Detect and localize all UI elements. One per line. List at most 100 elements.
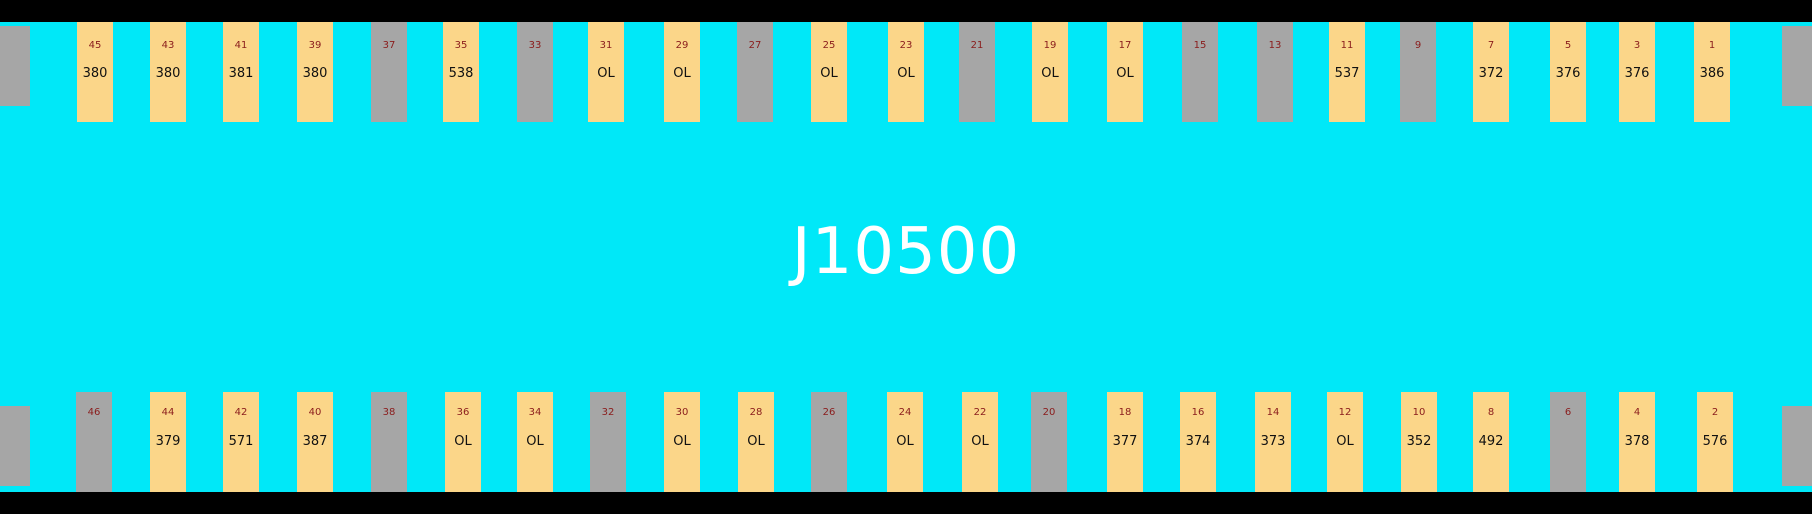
pin-pad-28: 28 OL bbox=[738, 392, 774, 492]
pin-pad-20: 20 bbox=[1031, 392, 1067, 492]
pin-value: 380 bbox=[82, 66, 108, 81]
pin-number: 34 bbox=[528, 407, 542, 418]
pin-number: 37 bbox=[382, 40, 396, 51]
pin-pad-45: 45 380 bbox=[77, 22, 113, 122]
pin-number: 45 bbox=[88, 40, 102, 51]
pin-pad-36: 36 OL bbox=[445, 392, 481, 492]
pin-number: 36 bbox=[456, 407, 470, 418]
pin-pad-22: 22 OL bbox=[962, 392, 998, 492]
pin-value: OL bbox=[971, 434, 989, 449]
pin-number: 43 bbox=[161, 40, 175, 51]
pin-pad-25: 25 OL bbox=[811, 22, 847, 122]
pin-number: 15 bbox=[1193, 40, 1207, 51]
pin-number: 28 bbox=[749, 407, 763, 418]
pin-pad-44: 44 379 bbox=[150, 392, 186, 492]
pin-pad-37: 37 bbox=[371, 22, 407, 122]
pin-pad-4: 4 378 bbox=[1619, 392, 1655, 492]
pin-pad-32: 32 bbox=[590, 392, 626, 492]
pin-value: 376 bbox=[1624, 66, 1650, 81]
pin-number: 41 bbox=[234, 40, 248, 51]
pin-value: 381 bbox=[228, 66, 254, 81]
pin-value: OL bbox=[820, 66, 838, 81]
pin-pad-29: 29 OL bbox=[664, 22, 700, 122]
pin-number: 5 bbox=[1564, 40, 1572, 51]
pin-value: OL bbox=[1116, 66, 1134, 81]
pin-value: 537 bbox=[1334, 66, 1360, 81]
diagram-canvas: 45 380 43 380 41 381 39 380 37 35 538 33 31 OL 29 OL 27 2… bbox=[0, 0, 1812, 514]
pin-number: 16 bbox=[1191, 407, 1205, 418]
pin-number: 10 bbox=[1412, 407, 1426, 418]
pin-pad-14: 14 373 bbox=[1255, 392, 1291, 492]
pin-pad-10: 10 352 bbox=[1401, 392, 1437, 492]
pin-pad-34: 34 OL bbox=[517, 392, 553, 492]
pin-number: 8 bbox=[1487, 407, 1495, 418]
pin-number: 46 bbox=[87, 407, 101, 418]
pin-value: OL bbox=[454, 434, 472, 449]
pin-number: 21 bbox=[970, 40, 984, 51]
pin-number: 17 bbox=[1118, 40, 1132, 51]
pin-number: 4 bbox=[1633, 407, 1641, 418]
pin-pad-39: 39 380 bbox=[297, 22, 333, 122]
pin-pad-30: 30 OL bbox=[664, 392, 700, 492]
pin-pad-13: 13 bbox=[1257, 22, 1293, 122]
pin-value: 576 bbox=[1702, 434, 1728, 449]
pin-pad-15: 15 bbox=[1182, 22, 1218, 122]
pin-value: 571 bbox=[228, 434, 254, 449]
pin-value: 387 bbox=[302, 434, 328, 449]
pin-number: 1 bbox=[1708, 40, 1716, 51]
pin-value: 374 bbox=[1185, 434, 1211, 449]
pin-value: OL bbox=[673, 434, 691, 449]
pin-pad-11: 11 537 bbox=[1329, 22, 1365, 122]
pin-pad-17: 17 OL bbox=[1107, 22, 1143, 122]
pin-pad-16: 16 374 bbox=[1180, 392, 1216, 492]
pin-value: OL bbox=[526, 434, 544, 449]
pin-pad-23: 23 OL bbox=[888, 22, 924, 122]
pin-number: 24 bbox=[898, 407, 912, 418]
pin-number: 9 bbox=[1414, 40, 1422, 51]
pin-value: 379 bbox=[155, 434, 181, 449]
pin-number: 19 bbox=[1043, 40, 1057, 51]
pin-number: 40 bbox=[308, 407, 322, 418]
pin-number: 13 bbox=[1268, 40, 1282, 51]
pin-value: OL bbox=[597, 66, 615, 81]
pin-value: 376 bbox=[1555, 66, 1581, 81]
pin-pad-5: 5 376 bbox=[1550, 22, 1586, 122]
pin-pad-31: 31 OL bbox=[588, 22, 624, 122]
edge-pad-top-left bbox=[0, 26, 30, 106]
pin-value: OL bbox=[1041, 66, 1059, 81]
pin-value: OL bbox=[747, 434, 765, 449]
pin-value: 373 bbox=[1260, 434, 1286, 449]
pin-pad-1: 1 386 bbox=[1694, 22, 1730, 122]
pin-value: OL bbox=[673, 66, 691, 81]
bottom-border bbox=[0, 492, 1812, 514]
pin-number: 44 bbox=[161, 407, 175, 418]
pin-pad-41: 41 381 bbox=[223, 22, 259, 122]
pin-pad-46: 46 bbox=[76, 392, 112, 492]
pin-number: 42 bbox=[234, 407, 248, 418]
pin-pad-27: 27 bbox=[737, 22, 773, 122]
pin-number: 26 bbox=[822, 407, 836, 418]
pin-number: 29 bbox=[675, 40, 689, 51]
pin-number: 35 bbox=[454, 40, 468, 51]
pin-number: 32 bbox=[601, 407, 615, 418]
pin-value: OL bbox=[1336, 434, 1354, 449]
pin-number: 33 bbox=[528, 40, 542, 51]
pin-value: 378 bbox=[1624, 434, 1650, 449]
pin-pad-8: 8 492 bbox=[1473, 392, 1509, 492]
edge-pad-bottom-left bbox=[0, 406, 30, 486]
pin-pad-9: 9 bbox=[1400, 22, 1436, 122]
pin-number: 12 bbox=[1338, 407, 1352, 418]
pin-number: 31 bbox=[599, 40, 613, 51]
pin-value: 377 bbox=[1112, 434, 1138, 449]
pin-pad-35: 35 538 bbox=[443, 22, 479, 122]
pin-number: 3 bbox=[1633, 40, 1641, 51]
pin-number: 6 bbox=[1564, 407, 1572, 418]
pin-value: OL bbox=[897, 66, 915, 81]
pin-value: 538 bbox=[448, 66, 474, 81]
pin-value: OL bbox=[896, 434, 914, 449]
pin-pad-24: 24 OL bbox=[887, 392, 923, 492]
pin-number: 27 bbox=[748, 40, 762, 51]
pin-pad-42: 42 571 bbox=[223, 392, 259, 492]
pin-pad-19: 19 OL bbox=[1032, 22, 1068, 122]
pin-number: 7 bbox=[1487, 40, 1495, 51]
